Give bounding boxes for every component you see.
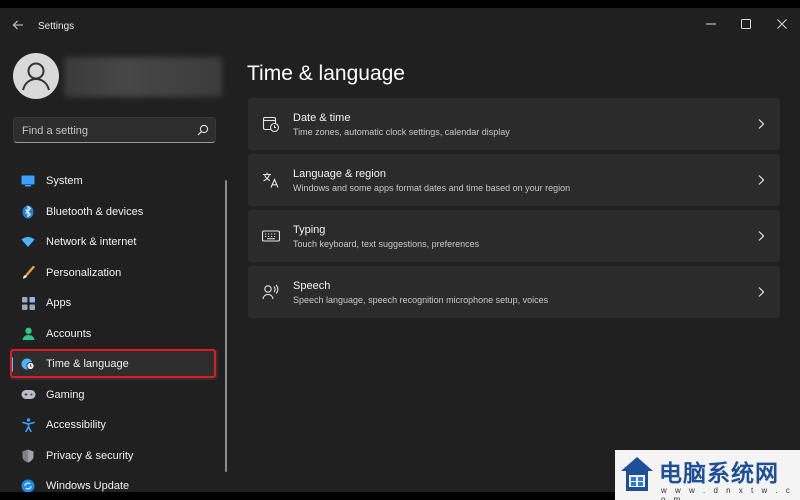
wifi-icon [20, 234, 36, 250]
back-button[interactable] [8, 18, 28, 36]
sidebar-item-bluetooth[interactable]: Bluetooth & devices [10, 197, 218, 228]
sidebar-nav: System Bluetooth & devices Network & int… [10, 166, 218, 492]
card-title: Date & time [293, 112, 351, 124]
sidebar-item-label: Accounts [46, 327, 92, 340]
person-icon [20, 326, 36, 342]
sidebar-item-label: System [46, 175, 83, 188]
accessibility-icon [20, 417, 36, 433]
search-icon[interactable] [197, 124, 209, 136]
minimize-button[interactable] [696, 13, 726, 35]
card-date-time[interactable]: Date & time Time zones, automatic clock … [248, 98, 780, 150]
person-icon [22, 62, 50, 91]
chevron-right-icon [758, 119, 765, 129]
brush-icon [20, 265, 36, 281]
maximize-icon [741, 19, 751, 29]
sidebar-item-gaming[interactable]: Gaming [10, 380, 218, 411]
shield-icon [20, 448, 36, 464]
sidebar-item-apps[interactable]: Apps [10, 288, 218, 319]
sidebar-item-privacy-security[interactable]: Privacy & security [10, 441, 218, 472]
maximize-button[interactable] [731, 13, 761, 35]
sidebar-item-windows-update[interactable]: Windows Update [10, 471, 218, 492]
settings-window: Settings System [0, 8, 800, 492]
card-description: Time zones, automatic clock settings, ca… [293, 127, 510, 137]
close-button[interactable] [767, 13, 797, 35]
sidebar-item-accessibility[interactable]: Accessibility [10, 410, 218, 441]
gamepad-icon [20, 387, 36, 403]
sidebar-item-label: Accessibility [46, 419, 106, 432]
title-bar: Settings [0, 8, 800, 46]
sidebar-item-system[interactable]: System [10, 166, 218, 197]
chevron-right-icon [758, 231, 765, 241]
apps-icon [20, 295, 36, 311]
watermark-name: 电脑系统网 [659, 461, 779, 487]
card-title: Speech [293, 280, 331, 292]
chevron-right-icon [758, 287, 765, 297]
close-icon [777, 19, 787, 29]
avatar[interactable] [13, 53, 59, 99]
site-watermark: 电脑系统网 w w w . d n x t w . c o m [615, 450, 800, 500]
watermark-domain: w w w . d n x t w . c o m [661, 486, 793, 500]
sidebar-item-label: Privacy & security [46, 449, 134, 462]
keyboard-icon [262, 230, 280, 242]
sidebar-item-personalization[interactable]: Personalization [10, 258, 218, 289]
page-title: Time & language [247, 62, 405, 85]
sidebar-item-time-language[interactable]: Time & language [10, 349, 218, 380]
calendar-clock-icon [262, 116, 280, 133]
minimize-icon [706, 23, 716, 25]
bluetooth-icon [20, 204, 36, 220]
globe-clock-icon [20, 356, 36, 372]
speech-icon [262, 284, 279, 300]
sidebar-item-label: Bluetooth & devices [46, 205, 144, 218]
language-icon [263, 172, 279, 188]
sidebar-item-label: Gaming [46, 388, 85, 401]
card-title: Typing [293, 224, 326, 236]
sidebar-item-label: Network & internet [46, 236, 137, 249]
sidebar-item-label: Windows Update [46, 480, 130, 492]
card-title: Language & region [293, 168, 386, 180]
card-description: Speech language, speech recognition micr… [293, 295, 549, 305]
card-speech[interactable]: Speech Speech language, speech recogniti… [248, 266, 780, 318]
back-arrow-icon [12, 20, 23, 30]
sidebar-scrollbar[interactable] [225, 180, 227, 472]
sidebar-item-label: Apps [46, 297, 72, 310]
system-monitor-icon [20, 173, 36, 189]
sidebar-item-accounts[interactable]: Accounts [10, 319, 218, 350]
card-description: Windows and some apps format dates and t… [293, 183, 571, 193]
update-icon [20, 478, 36, 492]
sidebar-item-label: Personalization [46, 266, 122, 279]
search-box[interactable] [13, 117, 216, 143]
profile-name-blurred [64, 57, 222, 97]
card-description: Touch keyboard, text suggestions, prefer… [293, 239, 480, 249]
sidebar-item-label: Time & language [46, 358, 129, 371]
sidebar-item-network[interactable]: Network & internet [10, 227, 218, 258]
app-title: Settings [38, 21, 75, 32]
house-logo-icon [621, 457, 653, 491]
search-input[interactable] [22, 123, 192, 138]
card-typing[interactable]: Typing Touch keyboard, text suggestions,… [248, 210, 780, 262]
chevron-right-icon [758, 175, 765, 185]
card-language-region[interactable]: Language & region Windows and some apps … [248, 154, 780, 206]
